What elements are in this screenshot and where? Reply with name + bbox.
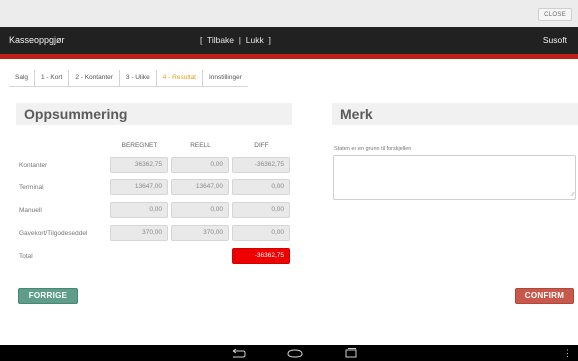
column-header-beregnet: BEREGNET (121, 142, 158, 149)
gavekort-beregnet-value: 370,00 (110, 225, 168, 241)
row-label-terminal: Terminal (19, 184, 44, 191)
terminal-beregnet-value: 13647,00 (110, 179, 168, 195)
manuell-reell-value: 0,00 (171, 202, 229, 218)
step-tabs: Salg 1 - Kort 2 - Kontanter 3 - Ulike 4 … (9, 70, 248, 87)
home-icon[interactable] (286, 347, 304, 359)
tab-kort[interactable]: 1 - Kort (35, 70, 70, 86)
row-label-gavekort: Gavekort/Tilgodeseddel (19, 230, 88, 237)
manuell-diff-value: 0,00 (232, 202, 290, 218)
nav-bracket-open: [ (200, 35, 203, 45)
terminal-diff-value: 0,00 (232, 179, 290, 195)
system-navigation-bar: ⋮ (0, 345, 578, 361)
resize-grip-icon[interactable]: ∕∕ (572, 191, 574, 199)
tab-salg[interactable]: Salg (9, 70, 36, 86)
app-title: Kasseoppgjør (9, 35, 65, 45)
gavekort-diff-value: 0,00 (232, 225, 290, 241)
note-label: Staten er en grunn til forskjellen (334, 146, 412, 152)
note-title: Merk (332, 103, 578, 125)
tab-resultat[interactable]: 4 - Resultat (157, 70, 203, 86)
nav-back-link[interactable]: Tilbake (207, 35, 234, 45)
window-top-strip: CLOSE (0, 0, 578, 27)
tab-innstillinger[interactable]: Innstillinger (203, 70, 248, 86)
summary-title: Oppsummering (16, 103, 292, 125)
header-accent-bar (0, 54, 578, 59)
column-header-reell: REELL (190, 142, 211, 149)
tab-kontanter[interactable]: 2 - Kontanter (69, 70, 120, 86)
app-header: Kasseoppgjør [ Tilbake | Lukk ] Susoft (0, 27, 578, 54)
back-icon[interactable] (230, 347, 246, 359)
gavekort-reell-value: 370,00 (171, 225, 229, 241)
total-diff-value: -36362,75 (232, 248, 290, 264)
kontanter-diff-value: -36362,75 (232, 157, 290, 173)
manuell-beregnet-value: 0,00 (110, 202, 168, 218)
confirm-button[interactable]: CONFIRM (515, 288, 574, 304)
column-header-diff: DIFF (254, 142, 269, 149)
kontanter-reell-value: 0,00 (171, 157, 229, 173)
close-button[interactable]: CLOSE (538, 8, 572, 21)
row-label-total: Total (19, 253, 33, 260)
note-textarea[interactable]: ∕∕ (333, 155, 576, 200)
terminal-reell-value: 13647,00 (171, 179, 229, 195)
row-label-kontanter: Kontanter (19, 162, 48, 169)
tab-ulike[interactable]: 3 - Ulike (120, 70, 157, 86)
menu-icon[interactable]: ⋮ (563, 347, 572, 359)
nav-bracket-close: ] (268, 35, 271, 45)
recents-icon[interactable] (344, 347, 358, 359)
nav-separator: | (238, 35, 241, 45)
nav-close-link[interactable]: Lukk (246, 35, 264, 45)
brand-name: Susoft (542, 35, 567, 45)
header-nav: [ Tilbake | Lukk ] (200, 35, 271, 45)
row-label-manuell: Manuell (19, 207, 42, 214)
kontanter-beregnet-value: 36362,75 (110, 157, 168, 173)
previous-button[interactable]: FORRIGE (18, 288, 78, 304)
